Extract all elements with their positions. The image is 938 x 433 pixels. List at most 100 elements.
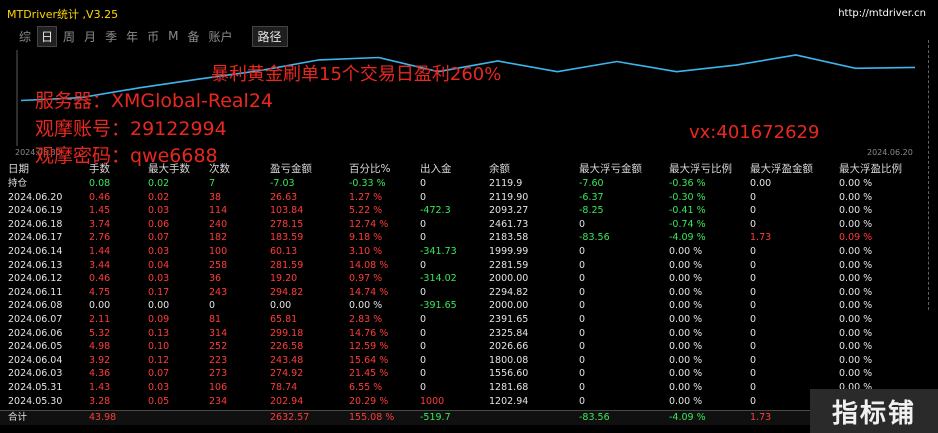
tab-8[interactable]: 备 (184, 27, 202, 46)
table-cell: 223 (209, 354, 228, 366)
table-cell: 106 (209, 381, 228, 393)
table-cell: 持仓 (8, 178, 28, 189)
tab-6[interactable]: 币 (144, 27, 162, 46)
column-header[interactable]: 出入金 (420, 161, 452, 177)
table-row[interactable]: 2024.05.31 1.43 0.03 106 78.74 6.55 % 0 1281.68… (0, 381, 930, 395)
table-row[interactable]: 2024.06.13 3.44 0.04 258 281.59 14.08 % 0 2281.… (0, 259, 930, 273)
column-header[interactable]: 日期 (8, 161, 29, 177)
column-header[interactable]: 百分比% (349, 161, 390, 177)
tab-2[interactable]: 周 (60, 27, 78, 46)
table-cell: 0 (420, 232, 427, 244)
column-header[interactable]: 最大浮盈比例 (839, 161, 902, 177)
table-cell: 182 (209, 232, 228, 244)
table-row[interactable]: 2024.06.04 3.92 0.12 223 243.48 15.64 % 0 1800.… (0, 354, 930, 368)
table-cell: 0 (750, 218, 757, 230)
table-cell: 0 (579, 354, 586, 366)
table-row[interactable]: 2024.06.17 2.76 0.07 182 183.59 9.18 % 0 2183.5… (0, 231, 930, 245)
table-row[interactable]: 2024.05.30 3.28 0.05 234 202.94 20.29 % 1000 12… (0, 395, 930, 409)
table-row[interactable]: 2024.06.12 0.46 0.03 36 19.20 0.97 % -314.02 20… (0, 272, 930, 286)
table-cell: 281.59 (270, 259, 304, 271)
tab-1[interactable]: 日 (37, 25, 58, 47)
tab-3[interactable]: 月 (81, 27, 99, 46)
table-cell: 226.58 (270, 341, 304, 353)
column-header[interactable]: 盈亏金额 (270, 161, 312, 177)
table-row[interactable]: 2024.06.08 0.00 0.00 0 0.00 0.00 % -391.65 2000… (0, 299, 930, 313)
table-cell: 0 (420, 354, 427, 366)
table-cell: 4.75 (89, 286, 111, 298)
table-cell: 1000 (420, 395, 445, 407)
table-row[interactable]: 2024.06.03 4.36 0.07 273 274.92 21.45 % 0 1556.… (0, 367, 930, 381)
column-header[interactable]: 余额 (489, 161, 510, 177)
table-cell: 0 (420, 313, 427, 325)
table-row[interactable]: 2024.06.18 3.74 0.06 240 278.15 12.74 % 0 2461.… (0, 218, 930, 232)
table-cell: 0.00 % (669, 395, 703, 407)
column-header[interactable]: 最大浮亏比例 (669, 161, 732, 177)
column-header[interactable]: 最大浮亏金额 (579, 161, 642, 177)
table-cell: 0 (579, 259, 586, 271)
table-cell: 0.46 (89, 191, 111, 203)
column-header[interactable]: 最大浮盈金额 (750, 161, 813, 177)
table-cell: 1556.60 (489, 368, 529, 380)
table-row[interactable]: 2024.06.07 2.11 0.09 81 65.81 2.83 % 0 2391.65 0… (0, 313, 930, 327)
table-cell: 1.44 (89, 245, 111, 257)
table-cell: 0.00 % (669, 313, 703, 325)
table-row[interactable]: 2024.06.11 4.75 0.17 243 294.82 14.74 % 0 2294.… (0, 286, 930, 300)
table-cell: 0 (750, 313, 757, 325)
table-cell: -0.41 % (669, 205, 706, 217)
table-cell: 0.00 % (839, 368, 873, 380)
table-cell: 2325.84 (489, 327, 529, 339)
brand-logo: 指标铺 (810, 389, 938, 433)
server-text: 服务器：XMGlobal-Real24 (35, 90, 274, 112)
table-row[interactable]: 2024.06.06 5.32 0.13 314 299.18 14.76 % 0 2325.… (0, 327, 930, 341)
table-cell: 0.00 % (839, 273, 873, 285)
table-header: 日期 手数 最大手数 次数 盈亏金额 百分比% 出入金 余额 最大浮亏金额 最大浮亏比例 最大浮盈金… (0, 161, 930, 177)
tab-7[interactable]: M (165, 28, 181, 44)
table-cell: -314.02 (420, 273, 457, 285)
website-link[interactable]: http://mtdriver.cn (838, 8, 926, 19)
table-cell: 0.09 (148, 313, 170, 325)
table-cell: 1800.08 (489, 354, 529, 366)
table-cell: 0.00 % (839, 300, 873, 312)
table-cell: 258 (209, 259, 228, 271)
route-button[interactable]: 路径 (251, 25, 288, 47)
table-cell: 2119.9 (489, 178, 523, 189)
table-cell: 0 (579, 286, 586, 298)
daily-stats-table: 日期 手数 最大手数 次数 盈亏金额 百分比% 出入金 余额 最大浮亏金额 最大浮亏比例 最大浮盈金… (0, 161, 930, 426)
table-cell: 299.18 (270, 327, 304, 339)
table-cell: -7.60 (579, 178, 604, 189)
table-cell: 15.64 % (349, 354, 389, 366)
table-cell: 81 (209, 313, 222, 325)
table-cell: 2024.06.13 (8, 259, 63, 271)
table-cell: 0.00 % (839, 191, 873, 203)
table-row[interactable]: 持仓 0.08 0.02 7 -7.03 -0.33 % 0 2119.9 -7.60 -0.36… (0, 177, 930, 191)
tab-4[interactable]: 季 (102, 27, 120, 46)
table-cell: 14.76 % (349, 327, 389, 339)
table-row[interactable]: 2024.06.20 0.46 0.02 38 26.63 1.27 % 0 2119.90 -… (0, 191, 930, 205)
tab-5[interactable]: 年 (123, 27, 141, 46)
table-cell: 2281.59 (489, 259, 529, 271)
table-cell: 0 (750, 354, 757, 366)
table-cell: 252 (209, 341, 228, 353)
tab-9[interactable]: 账户 (205, 27, 235, 46)
column-header[interactable]: 手数 (89, 161, 110, 177)
table-cell: 0 (750, 395, 757, 407)
table-cell: 2024.05.31 (8, 381, 63, 393)
table-cell: 314 (209, 327, 228, 339)
table-cell: 0.00 (270, 300, 292, 312)
window-title: MTDriver统计 ,V3.25 (7, 8, 119, 21)
tab-0[interactable]: 综 (16, 27, 34, 46)
table-row[interactable]: 2024.06.14 1.44 0.03 100 60.13 3.10 % -341.73 1… (0, 245, 930, 259)
table-cell: 0 (420, 218, 427, 230)
table-row[interactable]: 2024.06.05 4.98 0.10 252 226.58 12.59 % 0 2026.… (0, 340, 930, 354)
column-header[interactable]: 最大手数 (148, 161, 190, 177)
table-cell: 0.00 % (669, 245, 703, 257)
table-cell: 0.07 (148, 368, 170, 380)
table-cell: 0.00 % (669, 327, 703, 339)
table-cell: 0.00 % (839, 259, 873, 271)
table-cell: 14.08 % (349, 259, 389, 271)
column-header[interactable]: 次数 (209, 161, 230, 177)
table-cell: 2.11 (89, 313, 111, 325)
table-cell: 60.13 (270, 245, 298, 257)
table-cell: 38 (209, 191, 222, 203)
table-row[interactable]: 2024.06.19 1.45 0.03 114 103.84 5.22 % -472.3 2… (0, 204, 930, 218)
